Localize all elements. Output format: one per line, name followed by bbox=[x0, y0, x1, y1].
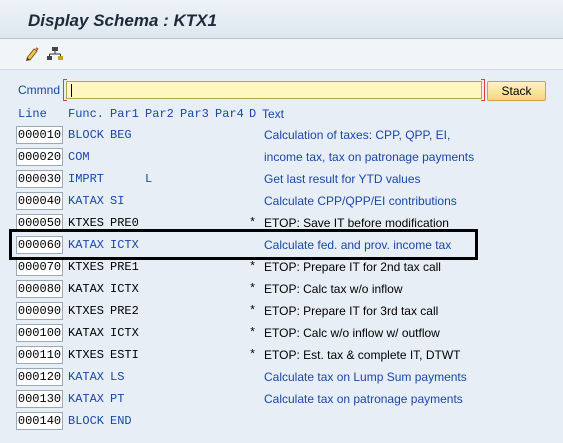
par1-cell: ESTI bbox=[110, 348, 139, 362]
func-cell: KTXES bbox=[68, 304, 105, 318]
column-header-par1: Par1 bbox=[110, 107, 139, 121]
text-caret bbox=[71, 84, 72, 97]
application-toolbar bbox=[0, 39, 563, 70]
line-number-field[interactable]: 000020 bbox=[16, 148, 63, 166]
line-number-field[interactable]: 000120 bbox=[16, 368, 63, 386]
text-cell: Calculate CPP/QPP/EI contributions bbox=[264, 194, 457, 208]
line-number-field[interactable]: 000100 bbox=[16, 324, 63, 342]
par1-cell: PRE2 bbox=[110, 304, 139, 318]
table-row: 000090 KTXES PRE2 * ETOP: Prepare IT for 3rd… bbox=[0, 301, 563, 323]
text-cell: Get last result for YTD values bbox=[264, 172, 421, 186]
par1-cell: END bbox=[110, 414, 132, 428]
line-number-field[interactable]: 000110 bbox=[16, 346, 63, 364]
func-cell: KATAX bbox=[68, 282, 105, 296]
text-cell: ETOP: Est. tax & complete IT, DTWT bbox=[264, 348, 461, 362]
line-number-field[interactable]: 000080 bbox=[16, 280, 63, 298]
text-cell: Calculate tax on Lump Sum payments bbox=[264, 370, 467, 384]
text-cell: ETOP: Prepare IT for 3rd tax call bbox=[264, 304, 439, 318]
text-cell: ETOP: Save IT before modification bbox=[264, 216, 449, 230]
text-cell: Calculation of taxes: CPP, QPP, EI, bbox=[264, 128, 451, 142]
table-row: 000030 IMPRT L Get last result for YTD valu… bbox=[0, 169, 563, 191]
command-label: Cmmnd bbox=[18, 83, 61, 97]
column-header-text: Text bbox=[262, 107, 285, 121]
func-cell: KTXES bbox=[68, 260, 105, 274]
func-cell: COM bbox=[68, 150, 90, 164]
column-header-par3: Par3 bbox=[180, 107, 209, 121]
func-cell: KATAX bbox=[68, 194, 105, 208]
d-cell: * bbox=[249, 282, 257, 296]
table-row: 000120 KATAX LS Calculate tax on Lump Sum p… bbox=[0, 367, 563, 389]
table-row: 000100 KATAX ICTX * ETOP: Calc w/o inflow w/… bbox=[0, 323, 563, 345]
line-number-field[interactable]: 000030 bbox=[16, 170, 63, 188]
table-row: 000040 KATAX SI Calculate CPP/QPP/EI contri… bbox=[0, 191, 563, 213]
table-row: 000140 BLOCK END bbox=[0, 411, 563, 433]
d-cell: * bbox=[249, 216, 257, 230]
par1-cell: BEG bbox=[110, 128, 132, 142]
line-number-field[interactable]: 000040 bbox=[16, 192, 63, 210]
highlight-box bbox=[9, 229, 478, 260]
par1-cell: PRE0 bbox=[110, 216, 139, 230]
func-cell: KATAX bbox=[68, 326, 105, 340]
func-cell: KTXES bbox=[68, 348, 105, 362]
table-row: 000070 KTXES PRE1 * ETOP: Prepare IT for 2nd… bbox=[0, 257, 563, 279]
line-number-field[interactable]: 000070 bbox=[16, 258, 63, 276]
text-cell: ETOP: Prepare IT for 2nd tax call bbox=[264, 260, 441, 274]
d-cell: * bbox=[249, 348, 257, 362]
par2-cell: L bbox=[145, 172, 153, 186]
par1-cell: ICTX bbox=[110, 282, 139, 296]
table-row: 000080 KATAX ICTX * ETOP: Calc tax w/o inflo… bbox=[0, 279, 563, 301]
table-row: 000130 KATAX PT Calculate tax on patronage … bbox=[0, 389, 563, 411]
func-cell: BLOCK bbox=[68, 414, 105, 428]
d-cell: * bbox=[249, 326, 257, 340]
text-cell: ETOP: Calc tax w/o inflow bbox=[264, 282, 403, 296]
par1-cell: LS bbox=[110, 370, 125, 384]
column-header-func: Func. bbox=[68, 107, 105, 121]
d-cell: * bbox=[249, 304, 257, 318]
par1-cell: ICTX bbox=[110, 326, 139, 340]
d-cell: * bbox=[249, 260, 257, 274]
stack-button[interactable]: Stack bbox=[487, 81, 546, 101]
par1-cell: SI bbox=[110, 194, 125, 208]
func-cell: IMPRT bbox=[68, 172, 105, 186]
column-header-par2: Par2 bbox=[145, 107, 174, 121]
title-bar: Display Schema : KTX1 bbox=[0, 0, 563, 39]
column-header-line: Line bbox=[18, 107, 47, 121]
func-cell: KTXES bbox=[68, 216, 105, 230]
func-cell: KATAX bbox=[68, 370, 105, 384]
func-cell: BLOCK bbox=[68, 128, 105, 142]
line-number-field[interactable]: 000010 bbox=[16, 126, 63, 144]
command-field[interactable] bbox=[63, 79, 485, 101]
line-number-field[interactable]: 000130 bbox=[16, 390, 63, 408]
text-cell: income tax, tax on patronage payments bbox=[264, 150, 475, 164]
column-header-par4: Par4 bbox=[215, 107, 244, 121]
line-number-field[interactable]: 000090 bbox=[16, 302, 63, 320]
edit-pencil-icon[interactable] bbox=[24, 46, 42, 62]
par1-cell: PRE1 bbox=[110, 260, 139, 274]
text-cell: Calculate tax on patronage payments bbox=[264, 392, 463, 406]
table-row: 000110 KTXES ESTI * ETOP: Est. tax & complet… bbox=[0, 345, 563, 367]
column-header-d: D bbox=[249, 107, 257, 121]
par1-cell: PT bbox=[110, 392, 125, 406]
line-number-field[interactable]: 000140 bbox=[16, 412, 63, 430]
table-row: 000010 BLOCK BEG Calculation of taxes: CPP,… bbox=[0, 125, 563, 147]
page-title: Display Schema : KTX1 bbox=[28, 11, 217, 30]
func-cell: KATAX bbox=[68, 392, 105, 406]
hierarchy-icon[interactable] bbox=[46, 46, 64, 62]
text-cell: ETOP: Calc w/o inflow w/ outflow bbox=[264, 326, 440, 340]
table-row: 000020 COM income tax, tax on patronage pa… bbox=[0, 147, 563, 169]
